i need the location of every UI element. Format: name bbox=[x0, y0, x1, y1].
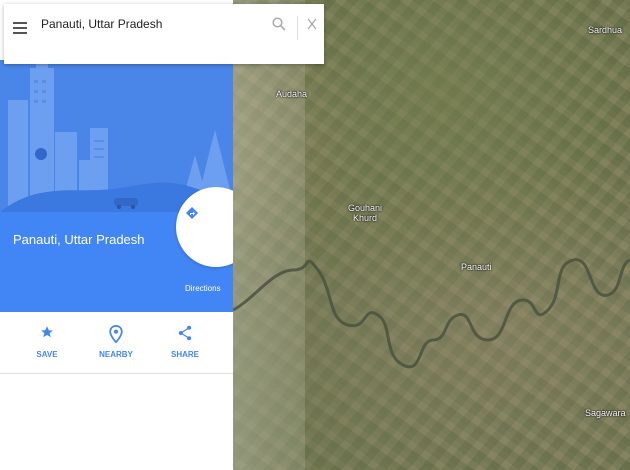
place-illustration bbox=[0, 60, 233, 212]
nearby-label: NEARBY bbox=[99, 350, 133, 359]
close-icon[interactable] bbox=[306, 18, 318, 30]
map-label-sagawara: Sagawara bbox=[585, 408, 626, 418]
search-icon[interactable] bbox=[272, 17, 286, 31]
map-label-sardhua: Sardhua bbox=[588, 25, 623, 35]
hamburger-icon[interactable] bbox=[13, 22, 27, 34]
action-bar: SAVE NEARBY SHARE bbox=[0, 312, 233, 374]
place-header bbox=[0, 212, 233, 312]
nearby-button[interactable]: NEARBY bbox=[86, 312, 146, 374]
directions-label[interactable]: Directions bbox=[185, 284, 221, 293]
location-pin-icon bbox=[109, 325, 123, 343]
share-label: SHARE bbox=[170, 350, 199, 359]
search-box: Panauti, Uttar Pradesh bbox=[4, 4, 324, 64]
save-label: SAVE bbox=[36, 350, 58, 359]
share-icon bbox=[178, 325, 192, 341]
directions-icon bbox=[186, 207, 198, 219]
search-separator bbox=[297, 16, 298, 40]
river bbox=[233, 258, 630, 369]
save-button[interactable]: SAVE bbox=[17, 312, 77, 374]
place-panel: Panauti, Uttar Pradesh Directions SAVE N… bbox=[0, 0, 233, 470]
share-button[interactable]: SHARE bbox=[155, 312, 215, 374]
map-label-audaha: Audaha bbox=[276, 89, 308, 99]
star-icon bbox=[41, 326, 53, 338]
map-label-panauti: Panauti bbox=[461, 262, 492, 272]
place-title: Panauti, Uttar Pradesh bbox=[13, 232, 145, 247]
map-label-gouhani-khurd: Gouhani Khurd bbox=[348, 203, 383, 223]
search-input[interactable]: Panauti, Uttar Pradesh bbox=[41, 17, 162, 31]
